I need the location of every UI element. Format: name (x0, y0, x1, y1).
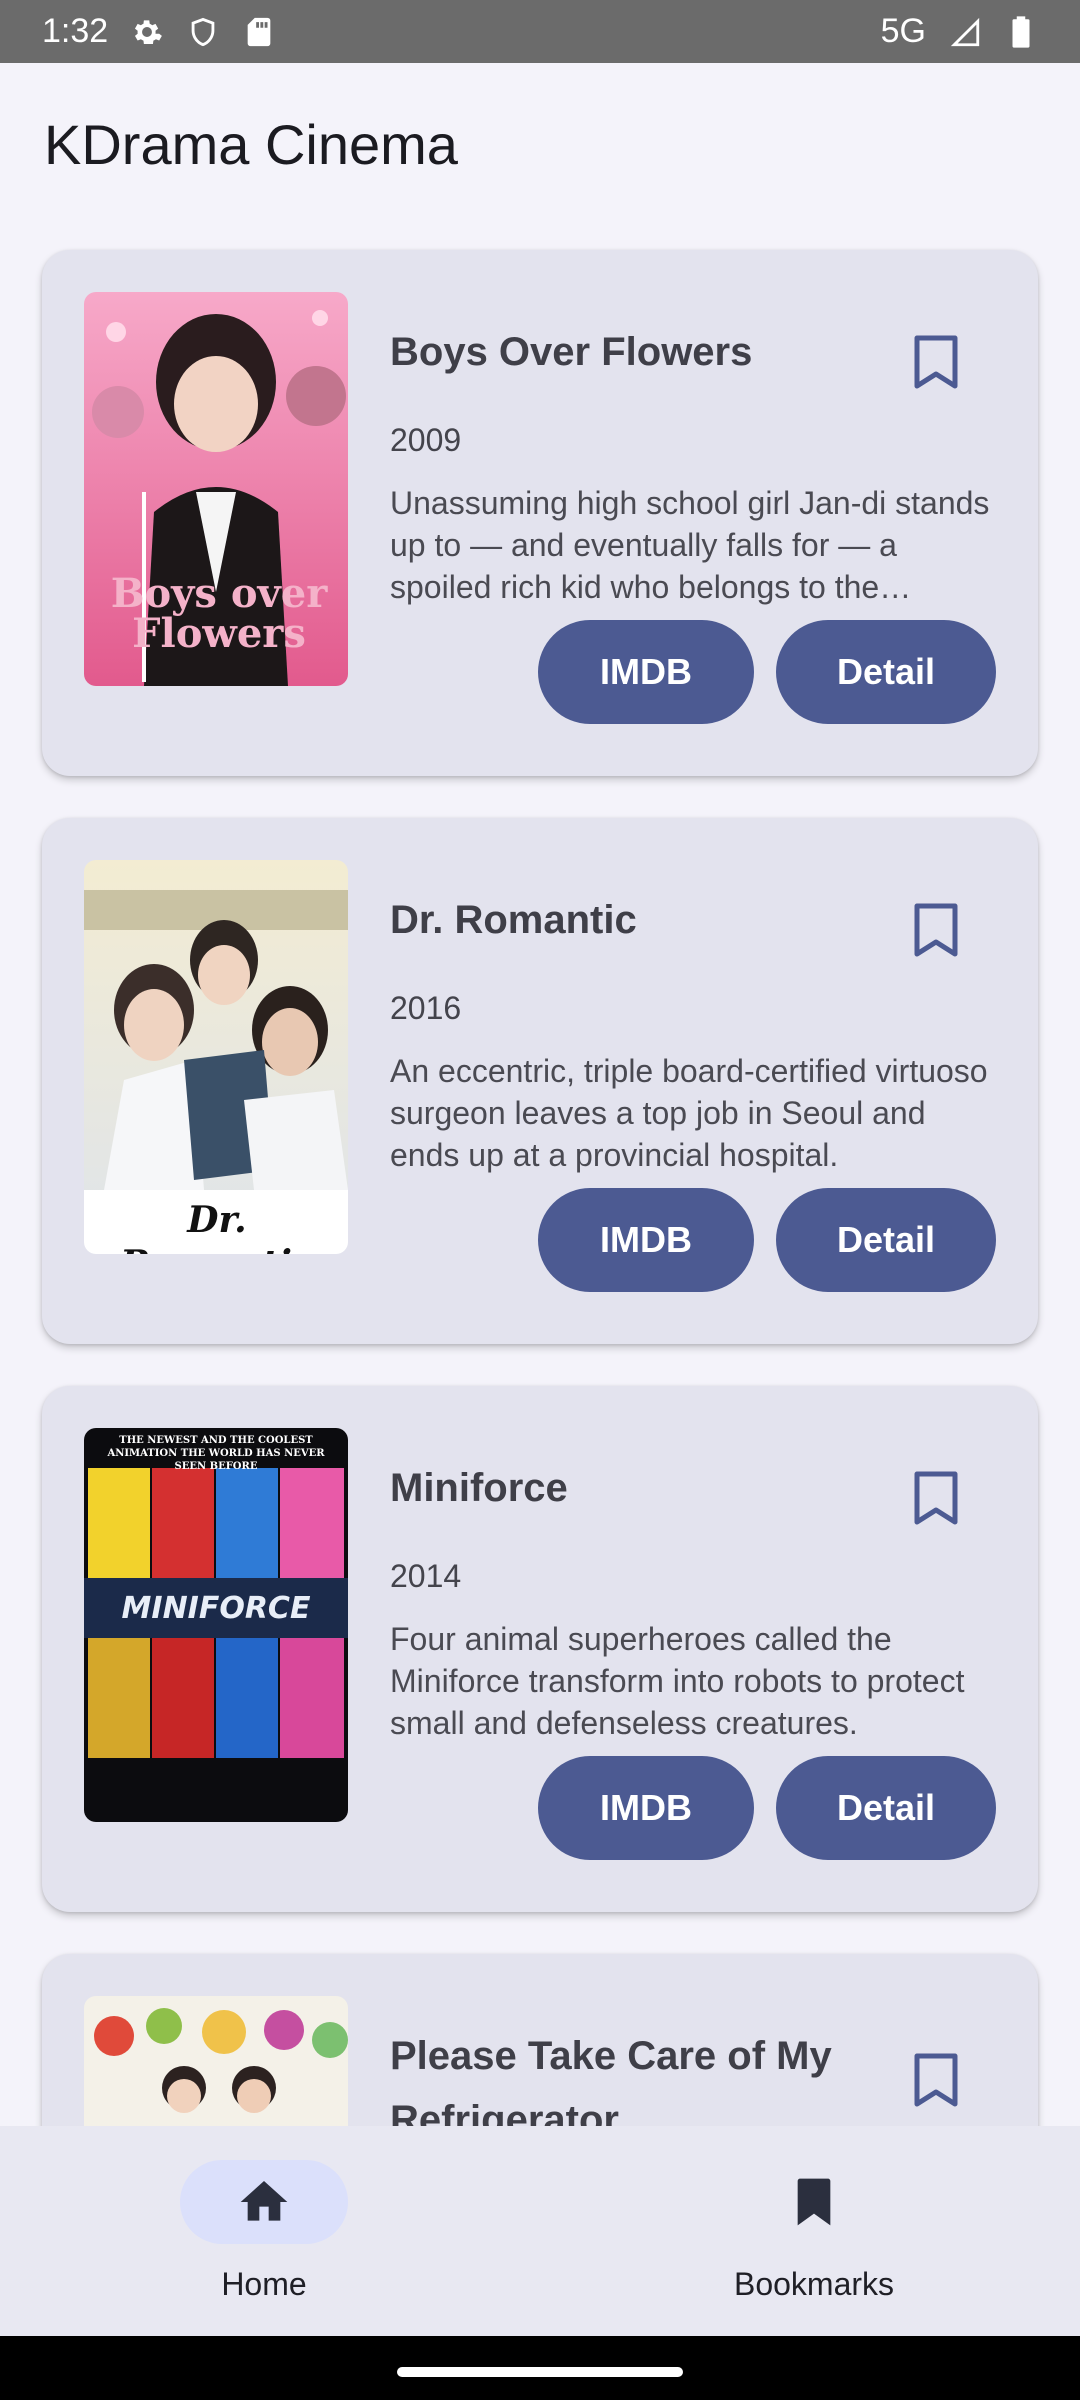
nav-label-bookmarks: Bookmarks (733, 2266, 895, 2302)
bookmark-outline-icon (914, 903, 958, 957)
poster-title-text: MINIFORCE (121, 1591, 311, 1626)
poster-caption-text: THE NEWEST AND THE COOLEST ANIMATION THE… (107, 1435, 325, 1472)
drama-year: 2014 (390, 1558, 462, 1594)
drama-card[interactable]: Dr. Romantic Dr. Romantic 2016 An eccent… (42, 818, 1038, 1344)
drama-card[interactable]: THE NEWEST AND THE COOLEST ANIMATION THE… (42, 1386, 1038, 1912)
imdb-button[interactable]: IMDB (538, 620, 754, 724)
app-title: KDrama Cinema (44, 113, 458, 176)
nav-bookmarks-indicator (730, 2160, 898, 2244)
status-right: 5G (881, 12, 1038, 51)
poster-image: Boys over Flowers (84, 292, 348, 686)
imdb-button[interactable]: IMDB (538, 1756, 754, 1860)
network-type: 5G (880, 12, 926, 50)
bookmark-outline-icon (914, 2053, 958, 2107)
drama-description: Unassuming high school girl Jan-di stand… (390, 485, 990, 605)
poster-image: Dr. Romantic (84, 860, 348, 1254)
detail-button[interactable]: Detail (776, 1188, 996, 1292)
bookmark-outline-icon (914, 335, 958, 389)
detail-button[interactable]: Detail (776, 1756, 996, 1860)
drama-year: 2009 (390, 422, 462, 458)
poster-image: THE NEWEST AND THE COOLEST ANIMATION THE… (84, 1428, 348, 1822)
signal-icon (948, 15, 982, 49)
status-time: 1:32 (42, 12, 109, 50)
imdb-button[interactable]: IMDB (538, 1188, 754, 1292)
drama-title: Miniforce (390, 1466, 568, 1510)
drama-title: Dr. Romantic (390, 898, 637, 942)
drama-year: 2016 (390, 990, 462, 1026)
bookmark-button[interactable] (902, 2046, 970, 2114)
home-icon (240, 2181, 288, 2221)
battery-icon (1004, 15, 1038, 49)
bookmark-outline-icon (914, 1471, 958, 1525)
nav-item-home[interactable]: Home (114, 2160, 414, 2310)
gesture-handle[interactable] (397, 2367, 683, 2377)
nav-label-home: Home (221, 2266, 307, 2302)
gear-icon (130, 15, 164, 49)
drama-description: Four animal superheroes called the Minif… (390, 1621, 965, 1741)
bookmark-button[interactable] (902, 896, 970, 964)
drama-title: Boys Over Flowers (390, 330, 753, 374)
bookmark-icon (797, 2178, 831, 2226)
poster-title-text: Boys over Flowers (110, 570, 328, 657)
drama-description: An eccentric, triple board-certified vir… (390, 1053, 988, 1173)
bookmark-button[interactable] (902, 1464, 970, 1532)
status-bar: 1:32 5G (0, 0, 1080, 63)
nav-home-indicator (180, 2160, 348, 2244)
bottom-navigation: Home Bookmarks (0, 2126, 1080, 2336)
bookmark-button[interactable] (902, 328, 970, 396)
sim-card-icon (242, 15, 276, 49)
nav-item-bookmarks[interactable]: Bookmarks (664, 2160, 964, 2310)
status-left: 1:32 (42, 12, 276, 51)
shield-icon (186, 15, 220, 49)
detail-button[interactable]: Detail (776, 620, 996, 724)
drama-card[interactable]: Boys over Flowers Boys Over Flowers 2009… (42, 250, 1038, 776)
poster-title-text: Dr. Romantic (120, 1199, 314, 1254)
